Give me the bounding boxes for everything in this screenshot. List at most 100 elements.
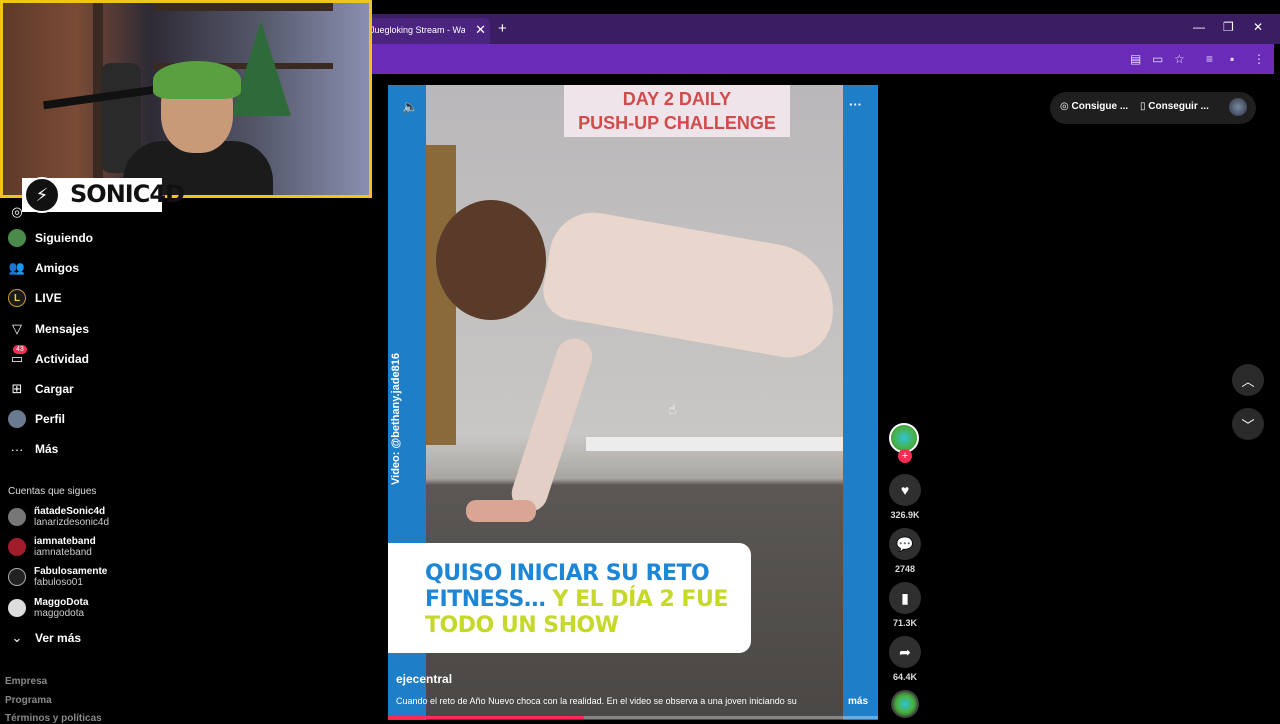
- following-account[interactable]: ñatadeSonic4d lanarizdesonic4d: [8, 506, 109, 528]
- video-title-line2: PUSH-UP CHALLENGE: [578, 113, 776, 133]
- footer-link-terminos[interactable]: Términos y políticas: [5, 713, 102, 724]
- caption-line2a: FITNESS…: [425, 587, 553, 612]
- explore-nav-item[interactable]: ◎: [8, 201, 35, 223]
- caption-line2b: Y EL DÍA 2 FUE: [552, 587, 729, 612]
- share-count: 64.4K: [892, 672, 918, 682]
- caption-line1: QUISO INICIAR SU RETO: [425, 561, 710, 586]
- messages-icon: ▽: [12, 321, 22, 336]
- heart-icon[interactable]: ♥: [889, 474, 921, 506]
- sidebar-item-label: Amigos: [35, 261, 80, 275]
- baseboard: [586, 437, 843, 451]
- get-app-label: Conseguir ...: [1148, 101, 1209, 112]
- address-bar[interactable]: ▤ ▭ ☆ ≡ ▪ ⋮: [360, 44, 1274, 74]
- save-action[interactable]: ▮ 71.3K: [887, 582, 923, 628]
- extension-icon[interactable]: ▪: [1230, 52, 1234, 66]
- following-account[interactable]: MaggoDota maggodota: [8, 597, 88, 619]
- like-action[interactable]: ♥ 326.9K: [887, 474, 923, 520]
- profile-avatar-icon: [8, 410, 26, 428]
- caption-line2: FITNESS… Y EL DÍA 2 FUE: [425, 587, 728, 613]
- get-coins-button[interactable]: ◎ Consigue ...: [1060, 101, 1128, 112]
- sidebar-item-label: LIVE: [35, 291, 62, 305]
- media-control-icon[interactable]: ≡: [1206, 52, 1213, 66]
- sidebar-item-amigos[interactable]: 👥 Amigos: [8, 257, 79, 279]
- following-username: lanarizdesonic4d: [34, 517, 110, 528]
- chevron-up-icon: ︿: [1241, 373, 1255, 389]
- browser-tab-bar: Juegloking Stream - Watch Li ✕ + — ❐ ✕: [360, 14, 1280, 44]
- video-options-icon[interactable]: ···: [849, 97, 862, 112]
- upload-icon: ⊞: [11, 381, 23, 396]
- window-close-button[interactable]: ✕: [1253, 20, 1263, 34]
- music-disc-icon[interactable]: [891, 690, 919, 718]
- following-account[interactable]: Fabulosamente fabuloso01: [8, 566, 107, 588]
- avatar: [8, 538, 26, 556]
- see-more-label: Ver más: [35, 631, 82, 645]
- next-video-button[interactable]: ﹀: [1232, 408, 1264, 440]
- save-count: 71.3K: [892, 618, 918, 628]
- new-tab-button[interactable]: +: [498, 20, 507, 37]
- video-progress-bar[interactable]: [388, 716, 878, 719]
- video-progress-fill: [388, 716, 584, 719]
- shelf-top: [153, 3, 333, 11]
- sidebar-item-label: Perfil: [35, 412, 66, 426]
- sidebar-item-perfil[interactable]: Perfil: [8, 408, 65, 430]
- translate-icon[interactable]: ▤: [1130, 52, 1141, 66]
- sidebar-item-mensajes[interactable]: ▽ Mensajes: [8, 318, 89, 340]
- sidebar-item-siguiendo[interactable]: Siguiendo: [8, 227, 93, 249]
- volume-icon[interactable]: 🔈: [402, 99, 418, 115]
- activity-icon: ▭ 43: [8, 345, 27, 368]
- sidebar-item-actividad[interactable]: ▭ 43 Actividad: [8, 345, 89, 370]
- follow-plus-icon[interactable]: +: [898, 449, 912, 463]
- get-app-button[interactable]: ▯ Conseguir ...: [1140, 101, 1209, 112]
- share-icon[interactable]: ➦: [889, 636, 921, 668]
- video-description: Cuando el reto de Año Nuevo choca con la…: [396, 696, 797, 706]
- sidebar-item-label: Más: [35, 442, 59, 456]
- following-name: Fabulosamente: [34, 566, 108, 577]
- woman-arm: [507, 333, 597, 517]
- like-count: 326.9K: [890, 510, 920, 520]
- sidebar-item-live[interactable]: L LIVE: [8, 287, 62, 309]
- see-more-button[interactable]: ⌄ Ver más: [8, 627, 82, 649]
- sidebar-item-cargar[interactable]: ⊞ Cargar: [8, 378, 74, 400]
- following-avatar-icon: [8, 229, 26, 247]
- video-author[interactable]: ejecentral: [396, 672, 452, 686]
- comment-action[interactable]: 💬 2748: [887, 528, 923, 574]
- footer-link-empresa[interactable]: Empresa: [5, 676, 47, 687]
- share-action[interactable]: ➦ 64.4K: [887, 636, 923, 682]
- sidebar-item-mas[interactable]: ··· Más: [8, 438, 59, 460]
- restore-button[interactable]: ❐: [1223, 20, 1234, 34]
- following-name: MaggoDota: [34, 597, 89, 608]
- video-credit: Video: @bethany.jade816: [390, 353, 402, 485]
- cast-icon[interactable]: ▭: [1152, 52, 1163, 66]
- comment-count: 2748: [894, 564, 916, 574]
- tab-close-icon[interactable]: ✕: [475, 22, 486, 38]
- description-more-button[interactable]: más: [848, 696, 868, 707]
- minimize-button[interactable]: —: [1193, 20, 1205, 34]
- video-side-band-right: [843, 85, 878, 720]
- following-username: maggodota: [34, 608, 85, 619]
- bookmark-star-icon[interactable]: ☆: [1174, 52, 1185, 66]
- christmas-tree: [231, 21, 291, 116]
- video-title-line1: DAY 2 DAILY: [622, 89, 732, 109]
- following-username: fabuloso01: [34, 577, 83, 588]
- chevron-down-icon: ⌄: [11, 630, 23, 645]
- video-caption-card: QUISO INICIAR SU RETO FITNESS… Y EL DÍA …: [388, 543, 751, 653]
- woman-hand: [466, 500, 536, 522]
- bookmark-icon[interactable]: ▮: [889, 582, 921, 614]
- woman-hair: [436, 200, 546, 320]
- sidebar-item-label: Mensajes: [35, 322, 90, 336]
- user-avatar[interactable]: [1229, 98, 1247, 116]
- video-player[interactable]: DAY 2 DAILY PUSH-UP CHALLENGE Video: @be…: [388, 85, 878, 720]
- chevron-down-icon: ﹀: [1241, 417, 1255, 433]
- browser-tab[interactable]: Juegloking Stream - Watch Li ✕: [360, 18, 490, 44]
- following-account[interactable]: iamnateband iamnateband: [8, 536, 96, 558]
- previous-video-button[interactable]: ︿: [1232, 364, 1264, 396]
- browser-menu-icon[interactable]: ⋮: [1253, 52, 1265, 66]
- avatar: [8, 568, 26, 586]
- top-right-button-group: ◎ Consigue ... ▯ Conseguir ...: [1050, 92, 1256, 124]
- comment-icon[interactable]: 💬: [889, 528, 921, 560]
- caption-line3: TODO UN SHOW: [425, 613, 619, 638]
- mouse-cursor-icon: ☝: [668, 401, 677, 417]
- following-username: iamnateband: [34, 547, 92, 558]
- footer-link-programa[interactable]: Programa: [5, 695, 52, 706]
- more-icon: ···: [10, 441, 24, 457]
